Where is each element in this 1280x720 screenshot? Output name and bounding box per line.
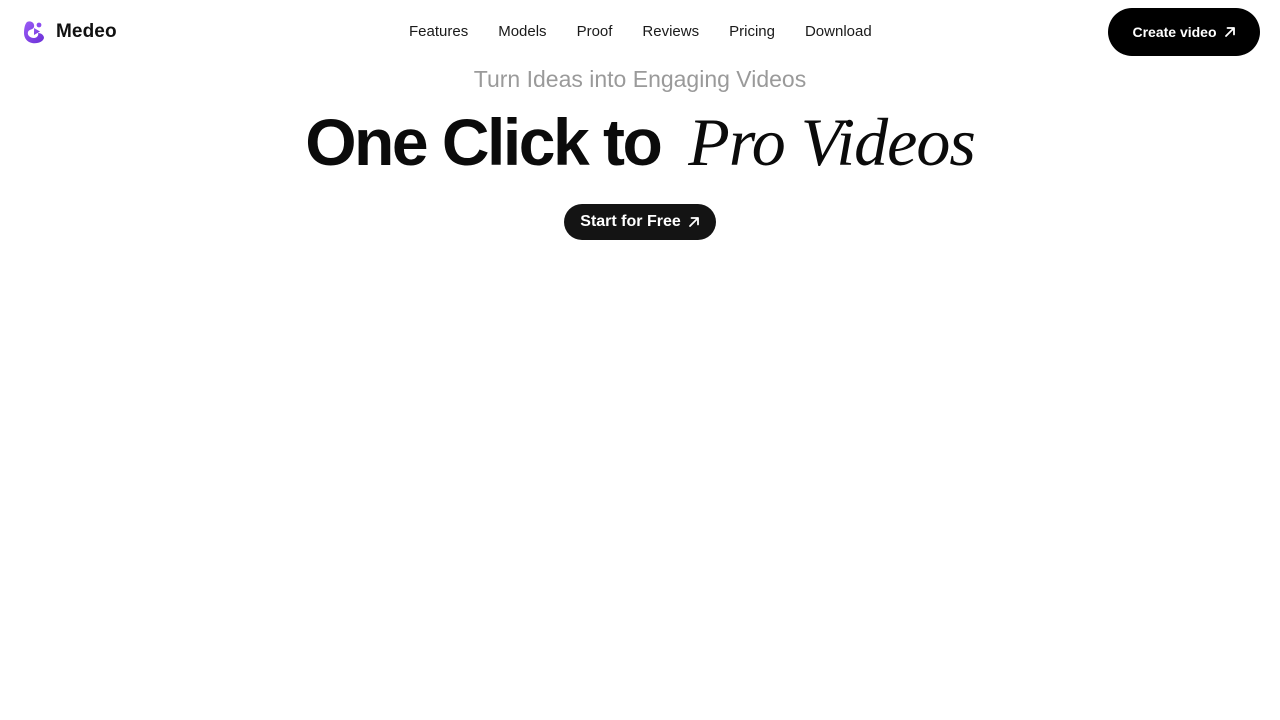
nav-item-pricing[interactable]: Pricing [729,22,775,42]
hero-title: One Click to Pro Videos [0,104,1280,180]
create-video-label: Create video [1132,24,1217,40]
nav-item-download[interactable]: Download [805,22,872,42]
arrow-up-right-icon [1224,27,1235,37]
nav-item-models[interactable]: Models [498,22,546,42]
start-for-free-button[interactable]: Start for Free [564,204,716,240]
page: Medeo Features Models Proof Reviews Pric… [0,0,1280,720]
brand-name: Medeo [56,21,117,42]
site-header: Medeo Features Models Proof Reviews Pric… [0,0,1280,64]
medeo-logo-icon [24,21,44,44]
hero-title-bold: One Click to [305,105,663,179]
brand-link[interactable]: Medeo [22,19,117,45]
hero-tagline: Turn Ideas into Engaging Videos [473,66,807,92]
nav-item-features[interactable]: Features [409,22,468,42]
main-nav: Features Models Proof Reviews Pricing Do… [409,22,872,42]
hero-title-italic: Pro Videos [688,104,976,180]
start-for-free-label: Start for Free [580,213,681,230]
nav-item-reviews[interactable]: Reviews [642,22,699,42]
nav-item-proof[interactable]: Proof [577,22,613,42]
arrow-up-right-icon [688,217,699,227]
create-video-button[interactable]: Create video [1108,8,1260,56]
